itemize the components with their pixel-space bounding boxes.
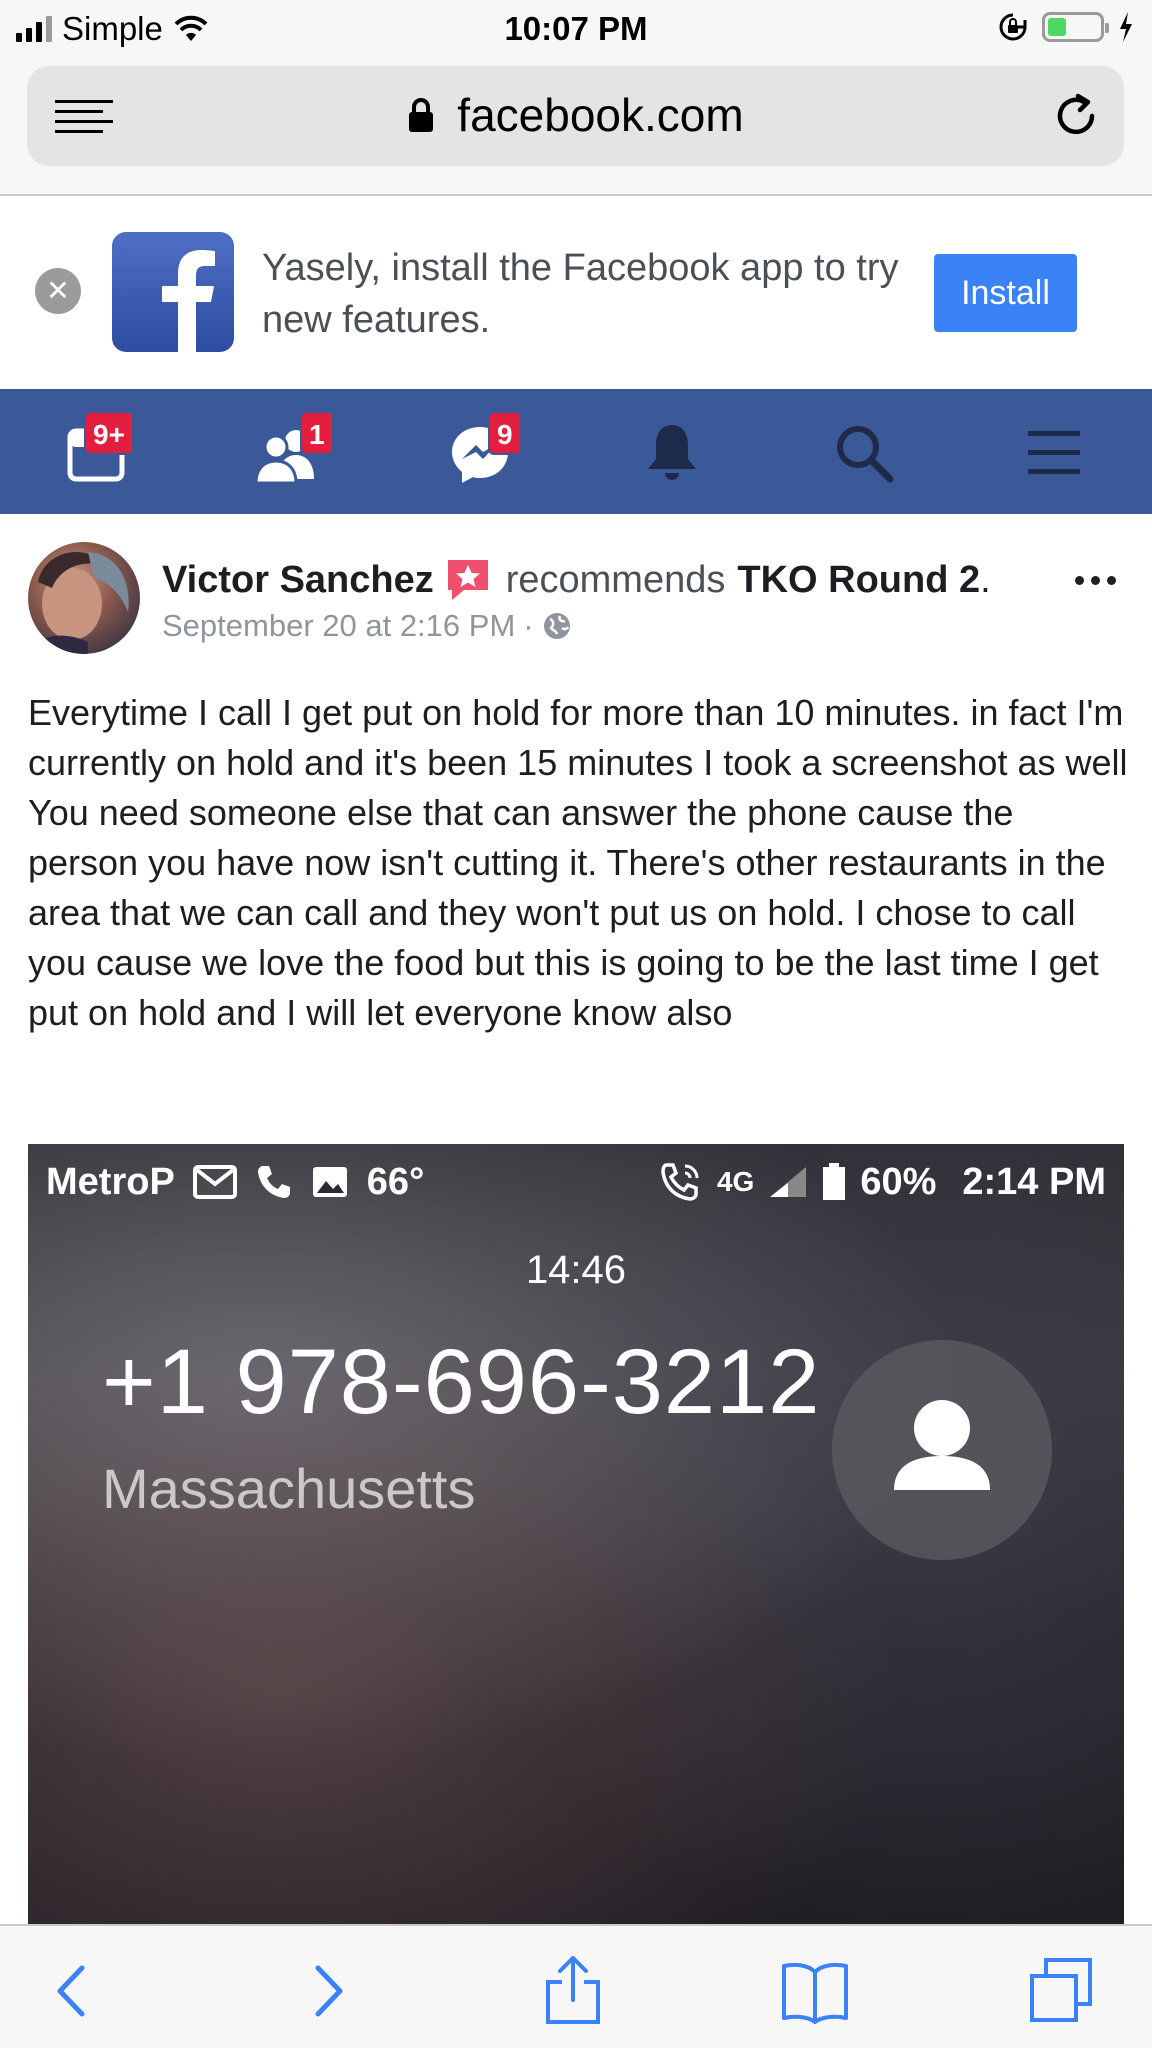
photo-battery-icon xyxy=(823,1163,846,1200)
share-icon[interactable] xyxy=(538,1956,608,2026)
reload-icon[interactable] xyxy=(1050,90,1102,142)
post-date[interactable]: September 20 at 2:16 PM xyxy=(162,608,515,644)
author-name[interactable]: Victor Sanchez xyxy=(162,559,434,602)
facebook-app-logo xyxy=(112,232,234,352)
facebook-nav-bar: 9+ 1 9 xyxy=(0,389,1152,514)
photo-carrier: MetroP xyxy=(46,1160,175,1203)
nav-search[interactable] xyxy=(830,417,900,487)
friend-requests-badge: 1 xyxy=(300,411,334,455)
cell-signal-icon xyxy=(770,1167,807,1197)
caller-location: Massachusetts xyxy=(102,1457,476,1520)
rotation-lock-icon xyxy=(999,13,1027,41)
nav-friend-requests[interactable]: 1 xyxy=(254,411,334,487)
post-meta: September 20 at 2:16 PM · xyxy=(162,608,572,644)
phone-icon xyxy=(257,1166,290,1198)
post-header: Victor Sanchez recommends TKO Round 2. S… xyxy=(0,514,1152,664)
back-icon[interactable] xyxy=(38,1956,108,2026)
contact-avatar-icon xyxy=(832,1340,1052,1560)
bell-icon xyxy=(648,425,696,480)
photo-status-bar: MetroP 66° 4G 60% 2:14 PM xyxy=(46,1158,1106,1206)
bookmarks-icon[interactable] xyxy=(780,1956,850,2026)
browser-toolbar xyxy=(0,1924,1152,2048)
post-body-text: Everytime I call I get put on hold for m… xyxy=(28,692,1128,1033)
status-time: 10:07 PM xyxy=(504,10,648,47)
forward-icon[interactable] xyxy=(292,1956,362,2026)
hamburger-menu-icon xyxy=(1028,431,1080,474)
meta-separator: · xyxy=(523,608,534,643)
tabs-icon[interactable] xyxy=(1026,1956,1096,2026)
caller-number: +1 978-696-3212 xyxy=(102,1331,821,1433)
call-timer: 14:46 xyxy=(525,1248,627,1292)
photo-temperature: 66° xyxy=(366,1160,425,1203)
recommends-text: recommends xyxy=(505,558,726,601)
image-icon xyxy=(312,1167,347,1197)
recommendation-star-icon xyxy=(447,560,488,600)
browser-address-area: facebook.com xyxy=(0,58,1152,196)
charging-bolt-icon xyxy=(1120,12,1132,42)
url-display[interactable]: facebook.com xyxy=(27,88,1124,142)
close-banner-button[interactable]: ✕ xyxy=(35,268,81,314)
banner-message: Yasely, install the Facebook app to try … xyxy=(262,247,899,341)
post-photo[interactable]: MetroP 66° 4G 60% 2:14 PM 14:46 +1 978-6… xyxy=(28,1144,1124,1924)
search-icon xyxy=(837,426,894,483)
news-feed-badge: 9+ xyxy=(84,411,134,455)
nav-messages[interactable]: 9 xyxy=(446,411,522,487)
nav-news-feed[interactable]: 9+ xyxy=(64,411,134,487)
call-active-icon xyxy=(661,1163,699,1201)
photo-network: 4G xyxy=(716,1166,755,1197)
nav-menu[interactable] xyxy=(1022,417,1092,487)
status-right xyxy=(998,12,1134,42)
battery-icon xyxy=(1042,12,1109,42)
nav-notifications[interactable] xyxy=(638,417,708,487)
install-button[interactable]: Install xyxy=(934,254,1077,332)
address-bar[interactable]: facebook.com xyxy=(27,66,1124,166)
status-bar: Simple 10:07 PM xyxy=(0,0,1152,58)
install-app-banner: ✕ Yasely, install the Facebook app to tr… xyxy=(0,196,1152,389)
globe-icon xyxy=(543,613,570,639)
place-link[interactable]: TKO Round 2 xyxy=(737,559,980,602)
photo-time: 2:14 PM xyxy=(962,1160,1106,1203)
mail-icon xyxy=(192,1165,237,1199)
author-avatar[interactable] xyxy=(28,542,140,654)
url-text: facebook.com xyxy=(457,89,744,141)
post-title-line: Victor Sanchez recommends TKO Round 2. xyxy=(162,556,991,604)
post-options-icon[interactable] xyxy=(1075,576,1116,585)
title-period: . xyxy=(980,558,991,601)
battery-level xyxy=(1048,18,1066,36)
messages-badge: 9 xyxy=(488,411,522,455)
photo-battery: 60% xyxy=(860,1160,937,1203)
lock-icon xyxy=(409,98,434,132)
